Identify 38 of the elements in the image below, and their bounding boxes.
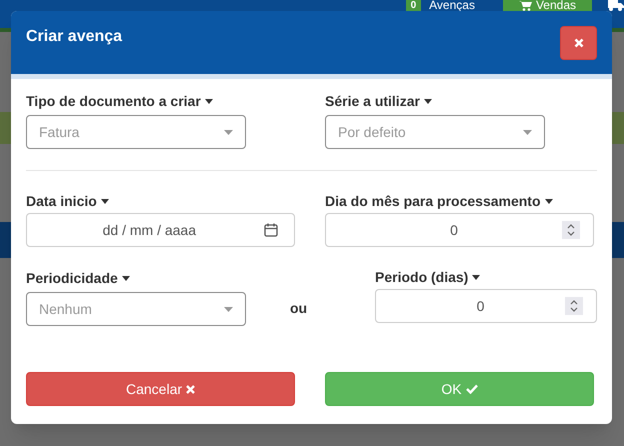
field-label: Série a utilizar bbox=[325, 93, 420, 109]
caret-icon bbox=[424, 98, 432, 104]
nav-link[interactable]: Avenças bbox=[429, 0, 475, 11]
caret-icon bbox=[523, 130, 532, 134]
field-label: Periodicidade bbox=[26, 270, 118, 286]
truck-icon bbox=[608, 0, 624, 11]
number-field[interactable]: 0 bbox=[325, 213, 594, 247]
or-text: ou bbox=[290, 299, 308, 318]
close-icon bbox=[574, 38, 584, 48]
close-icon bbox=[186, 384, 196, 394]
nav-link[interactable]: Vendas bbox=[502, 0, 592, 11]
ok-button[interactable]: OK bbox=[325, 372, 594, 406]
truck-link[interactable] bbox=[608, 0, 624, 11]
caret-icon bbox=[224, 306, 233, 312]
caret-icon bbox=[204, 98, 213, 104]
select-field[interactable]: Nenhum bbox=[26, 292, 246, 326]
caret-icon bbox=[544, 198, 553, 204]
date-field[interactable]: dd / mm / aaaa bbox=[26, 213, 295, 247]
caret-icon bbox=[122, 276, 130, 281]
check-icon bbox=[466, 384, 478, 394]
caret-icon bbox=[472, 274, 480, 280]
select-field[interactable]: Por defeito bbox=[325, 115, 545, 149]
select-field[interactable]: Fatura bbox=[26, 115, 246, 149]
number-field[interactable]: 0 bbox=[375, 289, 597, 323]
caret-icon bbox=[100, 198, 109, 204]
cart-icon bbox=[518, 0, 532, 11]
cancel-button[interactable]: Cancelar bbox=[26, 372, 295, 406]
field-label: Dia do mês para processamento bbox=[325, 193, 541, 209]
field-label: Data inicio bbox=[26, 193, 97, 209]
calendar-icon bbox=[264, 223, 278, 237]
caret-icon bbox=[224, 130, 233, 134]
spinner-icon bbox=[562, 221, 580, 239]
dialog-title: Criar avença bbox=[26, 26, 122, 46]
field-label: Tipo de documento a criar bbox=[26, 93, 201, 109]
close-button[interactable] bbox=[560, 26, 597, 60]
field-label: Periodo (dias) bbox=[375, 269, 468, 285]
spinner-icon bbox=[565, 297, 583, 315]
count-badge: 0 bbox=[406, 0, 422, 11]
